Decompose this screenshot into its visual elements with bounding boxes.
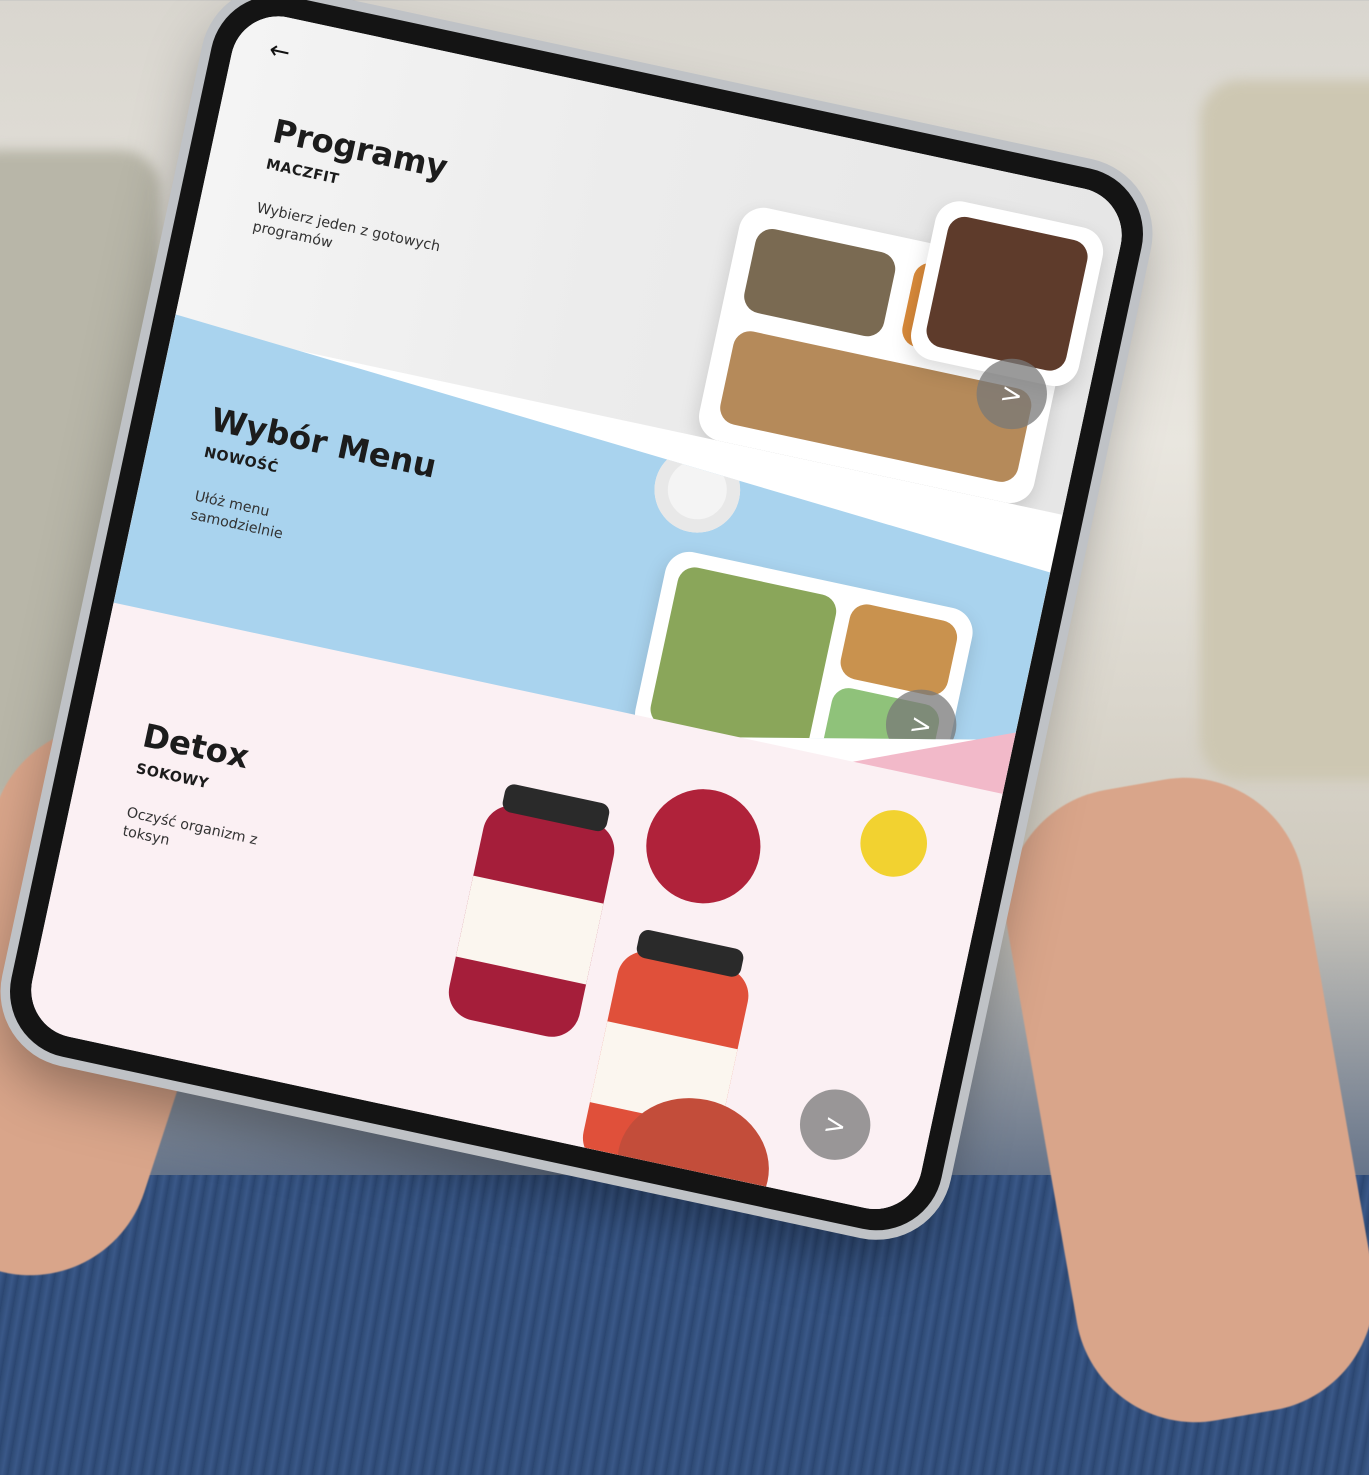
section-description: Oczyść organizm z toksyn [121, 803, 260, 849]
tray-compartment [740, 225, 899, 340]
chevron-right-icon: > [820, 1106, 850, 1143]
programy-text: Programy MACZFIT Wybierz jeden z gotowyc… [251, 112, 473, 277]
wybor-menu-text: Wybór Menu NOWOŚĆ Ułóż menu samodzielnie [189, 401, 440, 572]
tea-cup-image [646, 439, 748, 541]
app-screen: ← Programy MACZFIT Wybierz jeden z gotow… [22, 7, 1131, 1218]
tray-compartment [837, 601, 960, 698]
detox-text: Detox SOKOWY Oczyść organizm z toksyn [121, 717, 287, 870]
section-description: Ułóż menu samodzielnie [189, 487, 285, 543]
pomegranate-image [635, 778, 772, 915]
tablet: ← Programy MACZFIT Wybierz jeden z gotow… [0, 0, 1323, 1260]
chevron-right-icon: > [997, 376, 1026, 412]
tray-compartment [923, 213, 1091, 374]
tablet-frame: ← Programy MACZFIT Wybierz jeden z gotow… [0, 0, 1156, 1243]
section-description: Wybierz jeden z gotowych programów [251, 198, 442, 256]
next-button-detox[interactable]: > [793, 1082, 877, 1167]
juice-bottle-image [443, 782, 620, 1043]
arrow-left-icon: ← [266, 35, 293, 68]
back-button[interactable]: ← [267, 36, 293, 68]
chevron-right-icon: > [906, 707, 936, 743]
lemon-image [854, 803, 934, 883]
